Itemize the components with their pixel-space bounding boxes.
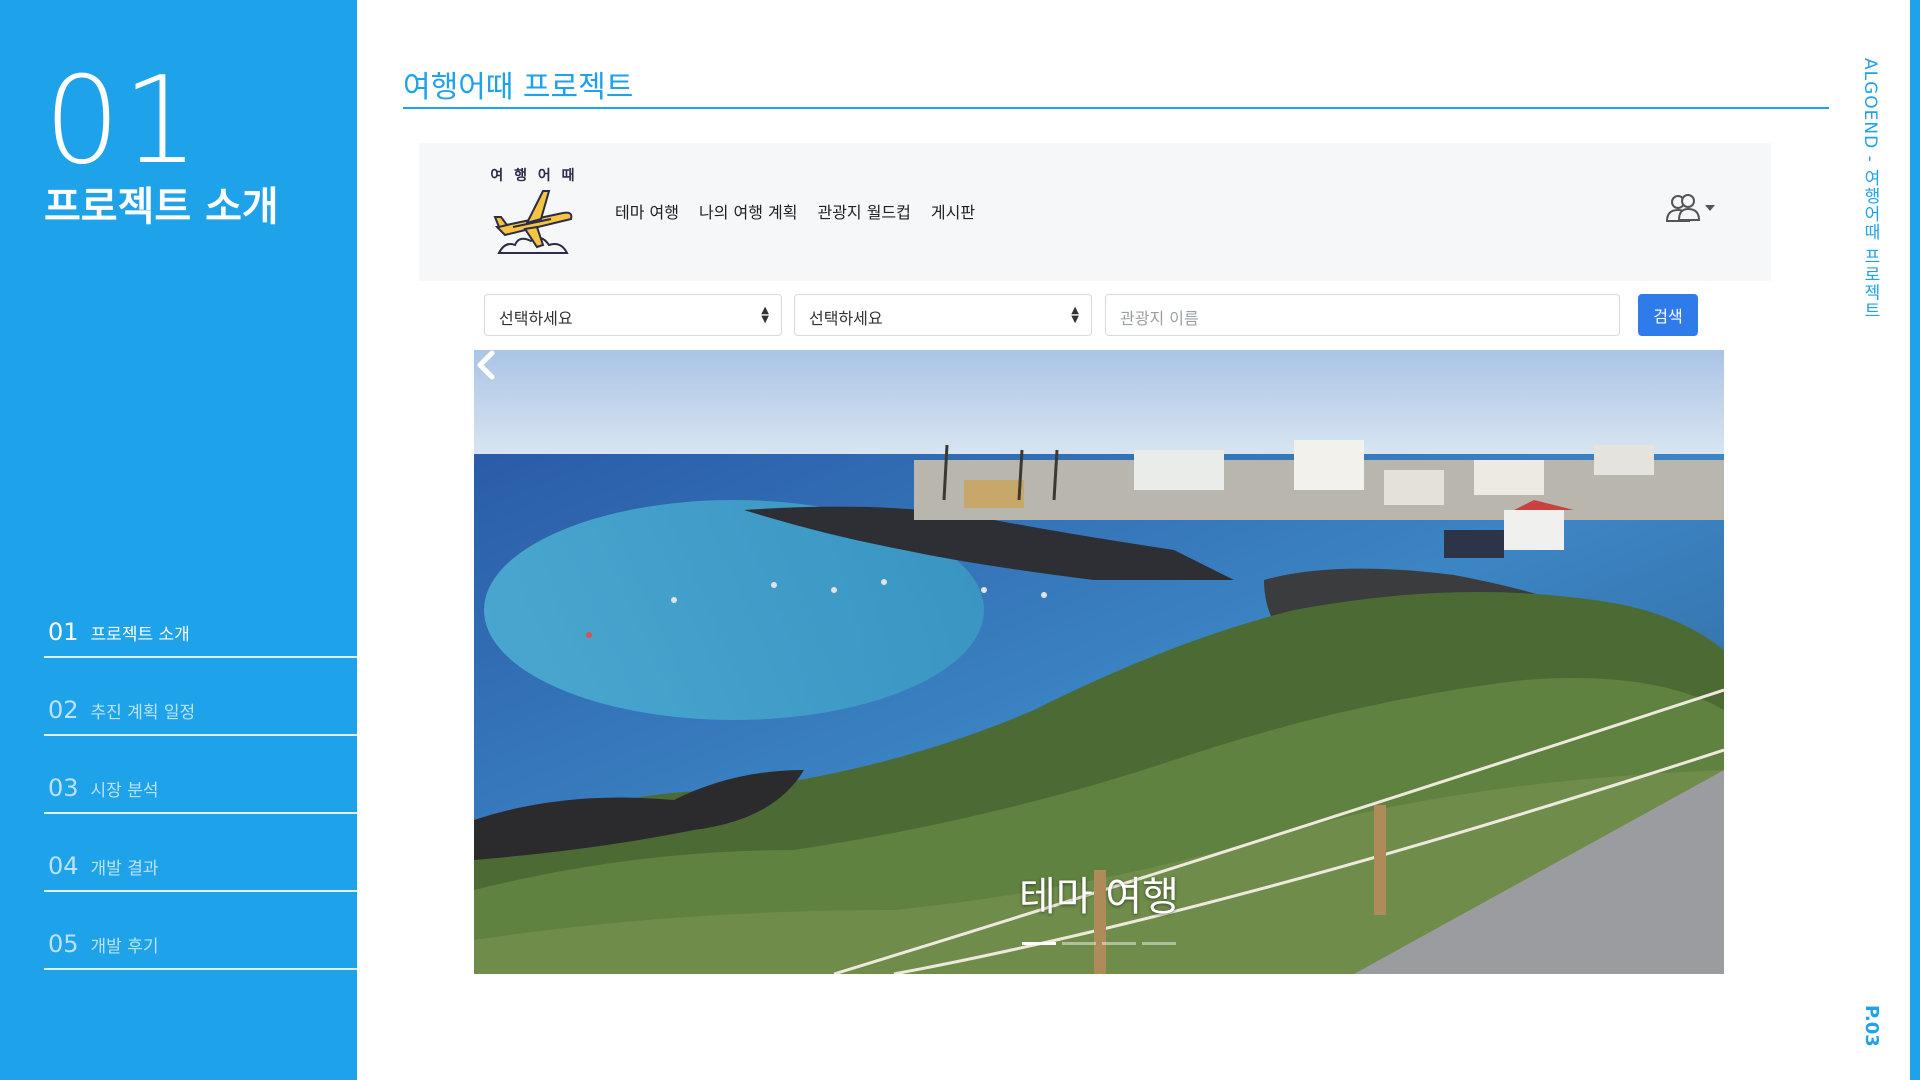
site-logo[interactable]: 여 행 어 때 bbox=[489, 165, 579, 257]
carousel-indicators bbox=[1022, 942, 1176, 945]
toc-label: 프로젝트 소개 bbox=[90, 625, 190, 645]
nav-links: 테마 여행 나의 여행 계획 관광지 월드컵 게시판 bbox=[615, 199, 975, 223]
carousel-indicator[interactable] bbox=[1142, 942, 1176, 945]
page-title: 여행어때 프로젝트 bbox=[403, 70, 634, 105]
left-panel: 01 프로젝트 소개 01 프로젝트 소개 02 추진 계획 일정 03 시장 … bbox=[0, 0, 357, 1080]
search-button[interactable]: 검색 bbox=[1638, 294, 1698, 336]
select-arrows-icon: ▲ ▼ bbox=[1071, 305, 1079, 325]
hero-carousel: 테마 여행 bbox=[474, 350, 1724, 974]
user-menu[interactable] bbox=[1665, 193, 1715, 223]
carousel-caption: 테마 여행 bbox=[1019, 874, 1179, 920]
right-accent-strip bbox=[1910, 0, 1920, 1080]
section-number: 01 bbox=[44, 52, 201, 191]
category-select[interactable]: 선택하세요 ▲ ▼ bbox=[794, 294, 1092, 336]
nav-board[interactable]: 게시판 bbox=[931, 199, 975, 223]
nav-worldcup[interactable]: 관광지 월드컵 bbox=[817, 199, 910, 223]
carousel-indicator[interactable] bbox=[1062, 942, 1096, 945]
select-value: 선택하세요 bbox=[499, 309, 573, 328]
nav-theme-travel[interactable]: 테마 여행 bbox=[615, 199, 679, 223]
toc-item-schedule[interactable]: 02 추진 계획 일정 bbox=[44, 696, 357, 736]
slide: 01 프로젝트 소개 01 프로젝트 소개 02 추진 계획 일정 03 시장 … bbox=[0, 0, 1920, 1080]
toc-item-results[interactable]: 04 개발 결과 bbox=[44, 852, 357, 892]
search-bar: 선택하세요 ▲ ▼ 선택하세요 ▲ ▼ 관광지 이름 검색 bbox=[484, 294, 1698, 336]
attraction-name-input[interactable]: 관광지 이름 bbox=[1105, 294, 1620, 336]
toc-num: 04 bbox=[48, 852, 79, 880]
side-label: ALGOEND - 여행어때 프로젝트 bbox=[1860, 58, 1880, 320]
toc-num: 05 bbox=[48, 930, 79, 958]
toc-num: 02 bbox=[48, 696, 79, 724]
toc-label: 추진 계획 일정 bbox=[90, 703, 196, 723]
table-of-contents: 01 프로젝트 소개 02 추진 계획 일정 03 시장 분석 04 개발 결과… bbox=[44, 618, 357, 1008]
input-placeholder: 관광지 이름 bbox=[1120, 309, 1199, 328]
toc-item-review[interactable]: 05 개발 후기 bbox=[44, 930, 357, 970]
select-arrows-icon: ▲ ▼ bbox=[761, 305, 769, 325]
toc-label: 개발 후기 bbox=[90, 937, 159, 957]
select-value: 선택하세요 bbox=[809, 309, 883, 328]
toc-item-market[interactable]: 03 시장 분석 bbox=[44, 774, 357, 814]
carousel-indicator[interactable] bbox=[1102, 942, 1136, 945]
page-number: P.03 bbox=[1861, 1005, 1882, 1047]
section-title: 프로젝트 소개 bbox=[44, 184, 279, 230]
title-divider bbox=[403, 107, 1829, 109]
toc-num: 03 bbox=[48, 774, 79, 802]
toc-item-intro[interactable]: 01 프로젝트 소개 bbox=[44, 618, 357, 658]
airplane-logo-icon bbox=[493, 190, 573, 254]
region-select[interactable]: 선택하세요 ▲ ▼ bbox=[484, 294, 782, 336]
users-icon bbox=[1665, 194, 1701, 222]
toc-label: 개발 결과 bbox=[90, 859, 159, 879]
nav-my-plan[interactable]: 나의 여행 계획 bbox=[699, 199, 798, 223]
logo-text: 여 행 어 때 bbox=[490, 168, 578, 184]
caret-down-icon bbox=[1705, 205, 1715, 211]
toc-num: 01 bbox=[48, 618, 79, 646]
carousel-indicator[interactable] bbox=[1022, 942, 1056, 945]
carousel-prev-icon[interactable] bbox=[474, 350, 498, 380]
toc-label: 시장 분석 bbox=[90, 781, 159, 801]
site-navbar: 여 행 어 때 테마 여행 나의 여행 계획 관광지 월드컵 게시판 bbox=[419, 143, 1771, 281]
